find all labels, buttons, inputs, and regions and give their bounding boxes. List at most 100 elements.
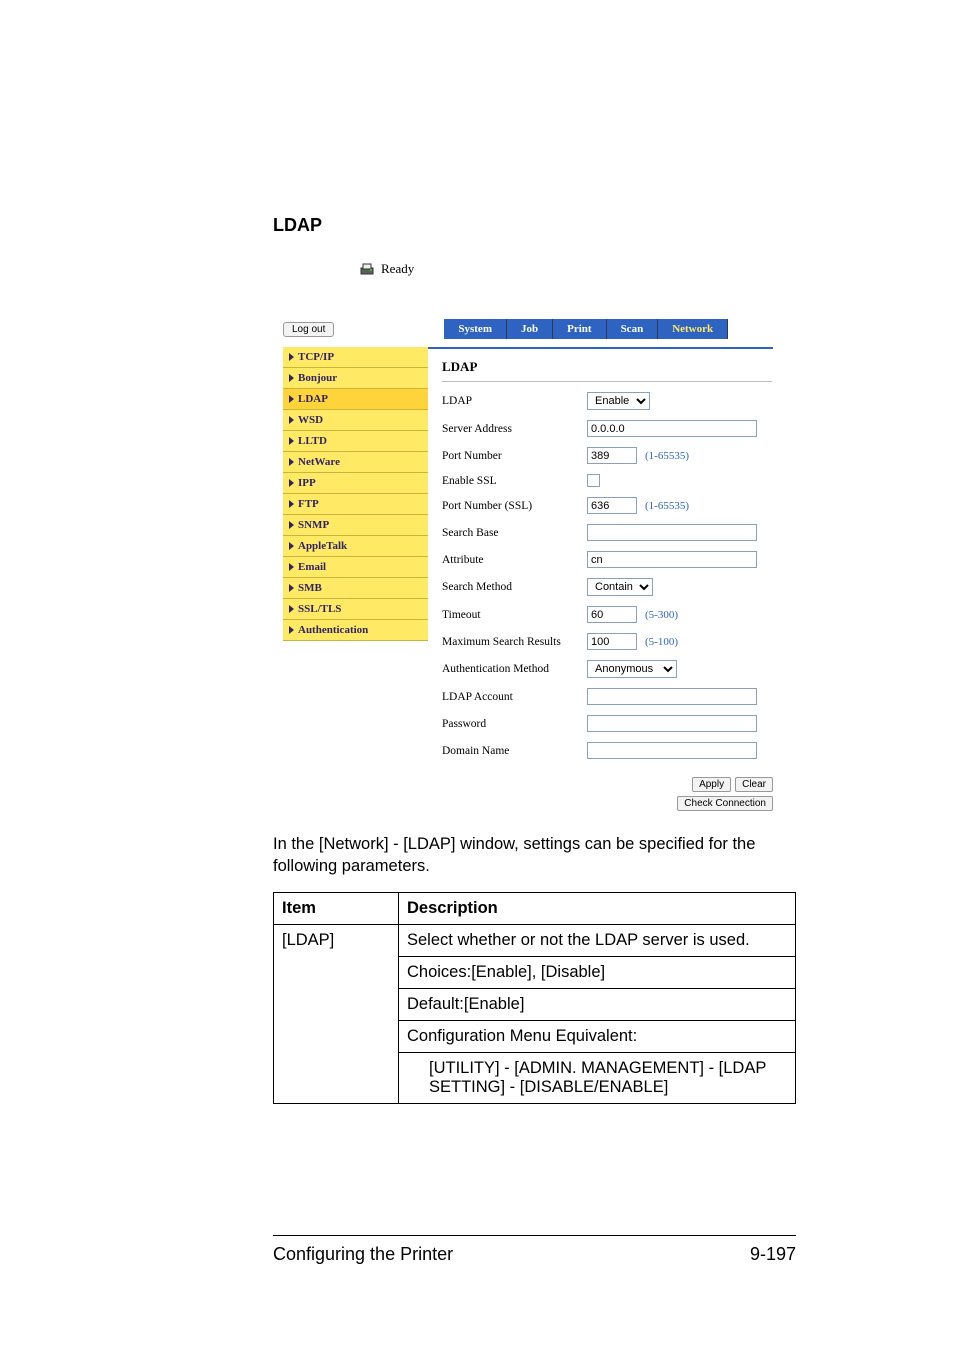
port-hint: (1-65535) bbox=[645, 450, 689, 462]
sidebar-item-label: TCP/IP bbox=[298, 351, 334, 363]
domain-input[interactable] bbox=[587, 742, 757, 759]
sidebar-item-label: SSL/TLS bbox=[298, 603, 341, 615]
sidebar: TCP/IP Bonjour LDAP WSD LLTD NetWare IPP… bbox=[283, 347, 428, 641]
sidebar-item-ssltls[interactable]: SSL/TLS bbox=[283, 599, 428, 620]
search-base-label: Search Base bbox=[442, 527, 587, 539]
port-ssl-label: Port Number (SSL) bbox=[442, 500, 587, 512]
sidebar-item-bonjour[interactable]: Bonjour bbox=[283, 368, 428, 389]
sidebar-item-snmp[interactable]: SNMP bbox=[283, 515, 428, 536]
triangle-icon bbox=[289, 521, 294, 529]
sidebar-item-label: NetWare bbox=[298, 456, 340, 468]
max-results-label: Maximum Search Results bbox=[442, 636, 587, 648]
triangle-icon bbox=[289, 416, 294, 424]
table-desc-cell: Configuration Menu Equivalent: bbox=[399, 1020, 796, 1052]
sidebar-item-label: AppleTalk bbox=[298, 540, 347, 552]
footer-right: 9-197 bbox=[750, 1244, 796, 1265]
max-results-hint: (5-100) bbox=[645, 636, 678, 648]
sidebar-item-ftp[interactable]: FTP bbox=[283, 494, 428, 515]
web-ui-screenshot: Ready Log out System Job Print Scan Netw… bbox=[283, 261, 773, 811]
sidebar-item-label: SNMP bbox=[298, 519, 329, 531]
sidebar-item-label: LDAP bbox=[298, 393, 328, 405]
triangle-icon bbox=[289, 563, 294, 571]
footer-left: Configuring the Printer bbox=[273, 1244, 453, 1265]
printer-icon bbox=[359, 261, 375, 277]
apply-button[interactable]: Apply bbox=[692, 777, 731, 792]
table-desc-cell: Select whether or not the LDAP server is… bbox=[399, 924, 796, 956]
sidebar-item-email[interactable]: Email bbox=[283, 557, 428, 578]
sidebar-item-ldap[interactable]: LDAP bbox=[283, 389, 428, 410]
triangle-icon bbox=[289, 458, 294, 466]
attribute-input[interactable] bbox=[587, 551, 757, 568]
check-connection-button[interactable]: Check Connection bbox=[677, 796, 773, 811]
triangle-icon bbox=[289, 542, 294, 550]
ldap-account-label: LDAP Account bbox=[442, 691, 587, 703]
timeout-hint: (5-300) bbox=[645, 609, 678, 621]
password-label: Password bbox=[442, 718, 587, 730]
sidebar-item-authentication[interactable]: Authentication bbox=[283, 620, 428, 641]
sidebar-item-netware[interactable]: NetWare bbox=[283, 452, 428, 473]
ldap-select[interactable]: Enable bbox=[587, 392, 650, 410]
triangle-icon bbox=[289, 500, 294, 508]
clear-button[interactable]: Clear bbox=[735, 777, 773, 792]
status-bar: Ready bbox=[359, 261, 773, 277]
panel-title: LDAP bbox=[442, 359, 773, 375]
tab-network[interactable]: Network bbox=[658, 319, 728, 339]
logout-button[interactable]: Log out bbox=[283, 322, 334, 337]
sidebar-item-label: LLTD bbox=[298, 435, 327, 447]
server-address-input[interactable] bbox=[587, 420, 757, 437]
sidebar-item-ipp[interactable]: IPP bbox=[283, 473, 428, 494]
sidebar-item-label: Email bbox=[298, 561, 326, 573]
table-item-cell: [LDAP] bbox=[274, 924, 399, 1103]
sidebar-item-wsd[interactable]: WSD bbox=[283, 410, 428, 431]
sidebar-item-label: FTP bbox=[298, 498, 319, 510]
triangle-icon bbox=[289, 437, 294, 445]
triangle-icon bbox=[289, 479, 294, 487]
table-header-description: Description bbox=[399, 892, 796, 924]
triangle-icon bbox=[289, 374, 294, 382]
tab-print[interactable]: Print bbox=[553, 319, 606, 339]
search-method-label: Search Method bbox=[442, 581, 587, 593]
section-title: LDAP bbox=[273, 215, 796, 236]
port-ssl-input[interactable] bbox=[587, 497, 637, 514]
auth-method-label: Authentication Method bbox=[442, 663, 587, 675]
password-input[interactable] bbox=[587, 715, 757, 732]
enable-ssl-label: Enable SSL bbox=[442, 475, 587, 487]
sidebar-item-smb[interactable]: SMB bbox=[283, 578, 428, 599]
sidebar-item-label: SMB bbox=[298, 582, 322, 594]
enable-ssl-checkbox[interactable] bbox=[587, 474, 600, 487]
triangle-icon bbox=[289, 626, 294, 634]
attribute-label: Attribute bbox=[442, 554, 587, 566]
search-method-select[interactable]: Contain bbox=[587, 578, 653, 596]
triangle-icon bbox=[289, 395, 294, 403]
port-label: Port Number bbox=[442, 450, 587, 462]
sidebar-item-tcpip[interactable]: TCP/IP bbox=[283, 347, 428, 368]
port-ssl-hint: (1-65535) bbox=[645, 500, 689, 512]
tab-system[interactable]: System bbox=[444, 319, 507, 339]
max-results-input[interactable] bbox=[587, 633, 637, 650]
table-header-item: Item bbox=[274, 892, 399, 924]
tab-bar: System Job Print Scan Network bbox=[444, 319, 728, 339]
page-footer: Configuring the Printer 9-197 bbox=[273, 1235, 796, 1265]
auth-method-select[interactable]: Anonymous bbox=[587, 660, 677, 678]
table-desc-cell: Default:[Enable] bbox=[399, 988, 796, 1020]
sidebar-item-label: IPP bbox=[298, 477, 316, 489]
description-text: In the [Network] - [LDAP] window, settin… bbox=[273, 833, 796, 878]
sidebar-item-label: Bonjour bbox=[298, 372, 337, 384]
triangle-icon bbox=[289, 353, 294, 361]
search-base-input[interactable] bbox=[587, 524, 757, 541]
sidebar-item-appletalk[interactable]: AppleTalk bbox=[283, 536, 428, 557]
sidebar-item-lltd[interactable]: LLTD bbox=[283, 431, 428, 452]
sidebar-item-label: WSD bbox=[298, 414, 323, 426]
timeout-input[interactable] bbox=[587, 606, 637, 623]
table-desc-cell: Choices:[Enable], [Disable] bbox=[399, 956, 796, 988]
timeout-label: Timeout bbox=[442, 609, 587, 621]
main-panel: LDAP LDAP Enable Server Address Port Num… bbox=[436, 349, 773, 773]
ldap-account-input[interactable] bbox=[587, 688, 757, 705]
port-input[interactable] bbox=[587, 447, 637, 464]
server-address-label: Server Address bbox=[442, 423, 587, 435]
table-desc-cell: [UTILITY] - [ADMIN. MANAGEMENT] - [LDAP … bbox=[399, 1052, 796, 1103]
tab-job[interactable]: Job bbox=[507, 319, 553, 339]
triangle-icon bbox=[289, 584, 294, 592]
sidebar-item-label: Authentication bbox=[298, 624, 368, 636]
tab-scan[interactable]: Scan bbox=[607, 319, 659, 339]
